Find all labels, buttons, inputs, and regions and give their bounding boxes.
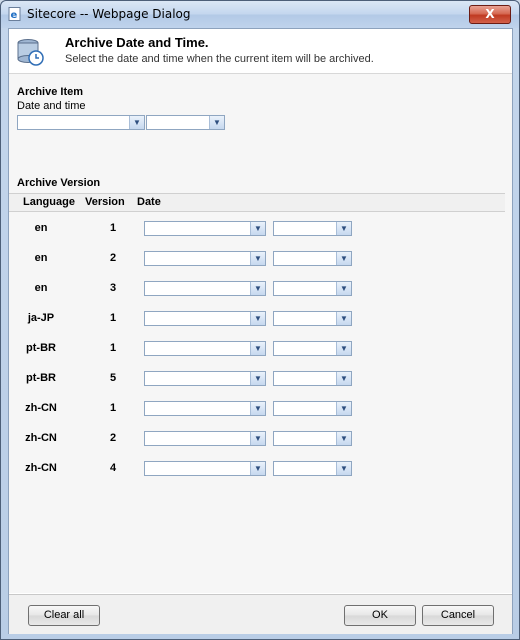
ie-page-icon: e — [8, 7, 22, 21]
row-time-select[interactable]: ▼ — [273, 341, 352, 356]
row-date-select[interactable]: ▼ — [144, 341, 266, 356]
table-row: pt-BR 1 ▼ ▼ — [9, 340, 505, 358]
dialog-subheading: Select the date and time when the curren… — [65, 53, 374, 65]
row-version: 4 — [110, 462, 117, 474]
ok-button[interactable]: OK — [344, 605, 416, 626]
row-language: zh-CN — [25, 402, 57, 414]
dialog-window: e Sitecore -- Webpage Dialog X Archive D… — [0, 0, 520, 640]
table-row: ja-JP 1 ▼ ▼ — [9, 310, 505, 328]
column-header-date: Date — [137, 196, 161, 208]
column-header-language: Language — [23, 196, 75, 208]
chevron-down-icon: ▼ — [209, 116, 224, 129]
dialog-footer: Clear all OK Cancel — [9, 594, 512, 634]
chevron-down-icon: ▼ — [250, 282, 265, 295]
row-version: 2 — [110, 252, 117, 264]
row-language: en — [34, 222, 48, 234]
row-date-select[interactable]: ▼ — [144, 281, 266, 296]
row-date-select[interactable]: ▼ — [144, 251, 266, 266]
chevron-down-icon: ▼ — [250, 342, 265, 355]
row-language: zh-CN — [25, 432, 57, 444]
row-date-select[interactable]: ▼ — [144, 401, 266, 416]
chevron-down-icon: ▼ — [336, 432, 351, 445]
row-language: pt-BR — [26, 342, 56, 354]
archive-item-time-select[interactable]: ▼ — [146, 115, 225, 130]
chevron-down-icon: ▼ — [336, 282, 351, 295]
row-date-select[interactable]: ▼ — [144, 461, 266, 476]
clear-all-button[interactable]: Clear all — [28, 605, 100, 626]
row-time-select[interactable]: ▼ — [273, 461, 352, 476]
chevron-down-icon: ▼ — [250, 312, 265, 325]
row-version: 1 — [110, 402, 117, 414]
row-version: 3 — [110, 282, 117, 294]
row-time-select[interactable]: ▼ — [273, 371, 352, 386]
archive-version-title: Archive Version — [17, 177, 101, 189]
table-row: pt-BR 5 ▼ ▼ — [9, 370, 505, 388]
close-button[interactable]: X — [469, 5, 511, 24]
chevron-down-icon: ▼ — [250, 402, 265, 415]
chevron-down-icon: ▼ — [336, 372, 351, 385]
archive-item-title: Archive Item — [17, 86, 84, 98]
archive-item-date-select[interactable]: ▼ — [17, 115, 145, 130]
table-row: en 1 ▼ ▼ — [9, 220, 505, 238]
row-version: 5 — [110, 372, 117, 384]
chevron-down-icon: ▼ — [250, 462, 265, 475]
column-header-version: Version — [85, 196, 125, 208]
chevron-down-icon: ▼ — [129, 116, 144, 129]
row-version: 1 — [110, 222, 117, 234]
chevron-down-icon: ▼ — [250, 222, 265, 235]
archive-clock-icon — [15, 37, 45, 67]
row-version: 1 — [110, 312, 117, 324]
row-language: en — [34, 252, 48, 264]
row-version: 2 — [110, 432, 117, 444]
row-time-select[interactable]: ▼ — [273, 281, 352, 296]
chevron-down-icon: ▼ — [250, 432, 265, 445]
chevron-down-icon: ▼ — [250, 372, 265, 385]
row-time-select[interactable]: ▼ — [273, 251, 352, 266]
dialog-body: Archive Item Date and time ▼ ▼ Archive V… — [9, 74, 512, 593]
window-title: Sitecore -- Webpage Dialog — [27, 7, 191, 21]
row-time-select[interactable]: ▼ — [273, 311, 352, 326]
cancel-button[interactable]: Cancel — [422, 605, 494, 626]
row-time-select[interactable]: ▼ — [273, 431, 352, 446]
dialog-header: Archive Date and Time. Select the date a… — [9, 29, 512, 74]
row-language: en — [34, 282, 48, 294]
row-time-select[interactable]: ▼ — [273, 221, 352, 236]
chevron-down-icon: ▼ — [336, 342, 351, 355]
title-bar[interactable]: e Sitecore -- Webpage Dialog X — [1, 1, 519, 28]
dialog-heading: Archive Date and Time. — [65, 35, 209, 50]
table-row: en 2 ▼ ▼ — [9, 250, 505, 268]
row-date-select[interactable]: ▼ — [144, 371, 266, 386]
row-language: ja-JP — [27, 312, 55, 324]
chevron-down-icon: ▼ — [336, 312, 351, 325]
row-language: pt-BR — [26, 372, 56, 384]
chevron-down-icon: ▼ — [336, 402, 351, 415]
dialog-client: Archive Date and Time. Select the date a… — [8, 28, 513, 634]
row-date-select[interactable]: ▼ — [144, 221, 266, 236]
row-date-select[interactable]: ▼ — [144, 431, 266, 446]
chevron-down-icon: ▼ — [336, 462, 351, 475]
row-version: 1 — [110, 342, 117, 354]
table-row: zh-CN 4 ▼ ▼ — [9, 460, 505, 478]
chevron-down-icon: ▼ — [336, 222, 351, 235]
table-row: zh-CN 2 ▼ ▼ — [9, 430, 505, 448]
row-language: zh-CN — [25, 462, 57, 474]
row-time-select[interactable]: ▼ — [273, 401, 352, 416]
svg-text:e: e — [11, 10, 18, 21]
chevron-down-icon: ▼ — [250, 252, 265, 265]
table-row: en 3 ▼ ▼ — [9, 280, 505, 298]
row-date-select[interactable]: ▼ — [144, 311, 266, 326]
date-time-label: Date and time — [17, 100, 86, 112]
chevron-down-icon: ▼ — [336, 252, 351, 265]
version-table-header: Language Version Date — [9, 193, 505, 212]
table-row: zh-CN 1 ▼ ▼ — [9, 400, 505, 418]
